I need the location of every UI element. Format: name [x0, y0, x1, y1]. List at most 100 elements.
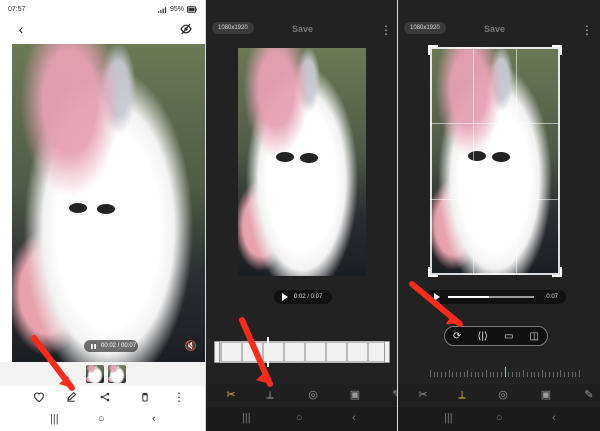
- ruler-tick: [471, 372, 472, 377]
- ruler-tick: [501, 372, 502, 377]
- timeline-frame: [306, 343, 325, 361]
- ruler-tick: [534, 372, 535, 377]
- ruler-tick: [475, 372, 476, 377]
- video-editor-trim-panel: 1080x1920 Save ⋮ 0:02 / 0:07 ✂ ⟂ ◎ ▣ ✎ |…: [206, 0, 397, 431]
- timeline-frame: [285, 343, 304, 361]
- ruler-tick: [519, 372, 520, 377]
- signal-icon: [157, 6, 167, 13]
- adjust-icon[interactable]: ⟂: [455, 388, 469, 402]
- favorite-icon[interactable]: [30, 388, 48, 406]
- battery-percent: 95%: [169, 6, 184, 13]
- ruler-tick: [575, 372, 576, 377]
- filters-icon[interactable]: ◎: [496, 388, 510, 402]
- editor-toolbar: ✂ ⟂ ◎ ▣ ✎: [206, 384, 397, 406]
- back-arrow-icon[interactable]: ‹: [14, 22, 28, 36]
- flip-icon[interactable]: ⟨|⟩: [477, 331, 487, 342]
- ruler-tick: [538, 372, 539, 377]
- gallery-top-bar: ‹: [0, 20, 205, 40]
- trim-icon[interactable]: ✂: [416, 388, 430, 402]
- stickers-icon[interactable]: ▣: [539, 388, 553, 402]
- home-icon[interactable]: ○: [296, 412, 303, 424]
- trim-handle-left[interactable]: [214, 341, 220, 363]
- ruler-tick: [493, 372, 494, 377]
- trim-timeline[interactable]: [214, 341, 390, 363]
- rotate-icon[interactable]: ⟳: [453, 331, 461, 342]
- ruler-tick: [579, 370, 580, 377]
- hide-icon[interactable]: [179, 22, 193, 36]
- save-button[interactable]: Save: [292, 24, 313, 34]
- more-icon[interactable]: ⋮: [581, 24, 593, 36]
- seek-progress: [448, 296, 490, 298]
- video-time-text: 00:02 / 00:07: [101, 343, 137, 349]
- more-icon[interactable]: ⋮: [380, 24, 392, 36]
- ruler-tick: [531, 372, 532, 377]
- stickers-icon[interactable]: ▣: [348, 388, 362, 402]
- home-icon[interactable]: ○: [98, 413, 105, 425]
- seek-track[interactable]: [448, 296, 534, 298]
- pause-icon: [90, 343, 97, 350]
- playback-bar[interactable]: 0:07: [426, 290, 566, 304]
- ruler-tick: [434, 372, 435, 377]
- filters-icon[interactable]: ◎: [306, 388, 320, 402]
- ruler-tick: [445, 372, 446, 377]
- delete-icon[interactable]: [136, 388, 154, 406]
- video-preview[interactable]: [12, 44, 205, 362]
- home-icon[interactable]: ○: [496, 412, 503, 424]
- back-icon[interactable]: ‹: [152, 413, 156, 425]
- trim-handle-right[interactable]: [384, 341, 390, 363]
- aspect-ratio-icon[interactable]: ▭: [504, 331, 513, 342]
- timeline-frame: [222, 343, 241, 361]
- gallery-actions: ⋮: [0, 388, 205, 406]
- video-preview[interactable]: [238, 48, 366, 276]
- playback-pill[interactable]: 0:02 / 0:07: [274, 290, 332, 304]
- android-nav-bar: ||| ○ ‹: [206, 407, 397, 431]
- ruler-tick: [512, 372, 513, 377]
- ruler-tick: [545, 372, 546, 377]
- ruler-tick: [508, 372, 509, 377]
- ruler-tick: [437, 372, 438, 377]
- adjust-icon[interactable]: ⟂: [263, 388, 277, 402]
- transform-tools: ⟳ ⟨|⟩ ▭ ◫: [444, 326, 548, 346]
- ruler-tick: [464, 372, 465, 377]
- video-time-text: 0:02 / 0:07: [294, 294, 323, 300]
- ruler-tick: [516, 372, 517, 377]
- save-button[interactable]: Save: [484, 24, 505, 34]
- thumbnail-1[interactable]: [86, 365, 104, 383]
- mute-icon[interactable]: 🔇: [184, 339, 198, 353]
- ruler-tick: [486, 370, 487, 377]
- rotation-ruler[interactable]: [430, 367, 580, 377]
- share-icon[interactable]: [96, 388, 114, 406]
- ruler-tick: [452, 372, 453, 377]
- draw-icon[interactable]: ✎: [582, 388, 596, 402]
- mirror-icon[interactable]: ◫: [529, 331, 538, 342]
- ruler-tick: [523, 370, 524, 377]
- android-nav-bar: ||| ○ ‹: [398, 407, 600, 431]
- ruler-tick: [505, 367, 506, 377]
- ruler-tick: [456, 372, 457, 377]
- edit-icon[interactable]: [62, 388, 80, 406]
- recent-apps-icon[interactable]: |||: [444, 412, 453, 424]
- ruler-tick: [430, 370, 431, 377]
- thumbnail-strip[interactable]: [0, 362, 205, 386]
- timeline-playhead[interactable]: [267, 337, 269, 367]
- trim-icon[interactable]: ✂: [224, 388, 238, 402]
- battery-icon: [187, 6, 197, 13]
- video-time-text: 0:07: [546, 294, 558, 300]
- recent-apps-icon[interactable]: |||: [50, 413, 59, 425]
- play-icon: [434, 293, 440, 301]
- resolution-badge: 1080x1920: [404, 22, 446, 34]
- more-icon[interactable]: ⋮: [170, 388, 188, 406]
- thumbnail-2[interactable]: [108, 365, 126, 383]
- ruler-tick: [449, 370, 450, 377]
- back-icon[interactable]: ‹: [552, 412, 556, 424]
- resolution-badge: 1080x1920: [212, 22, 254, 34]
- back-icon[interactable]: ‹: [352, 412, 356, 424]
- plush-eye-left: [69, 203, 87, 213]
- draw-icon[interactable]: ✎: [390, 388, 397, 402]
- crop-box[interactable]: [430, 47, 560, 275]
- video-time-pill[interactable]: 00:02 / 00:07: [84, 340, 138, 352]
- ruler-tick: [572, 372, 573, 377]
- play-icon: [282, 293, 288, 301]
- recent-apps-icon[interactable]: |||: [242, 412, 251, 424]
- timeline-frame: [327, 343, 346, 361]
